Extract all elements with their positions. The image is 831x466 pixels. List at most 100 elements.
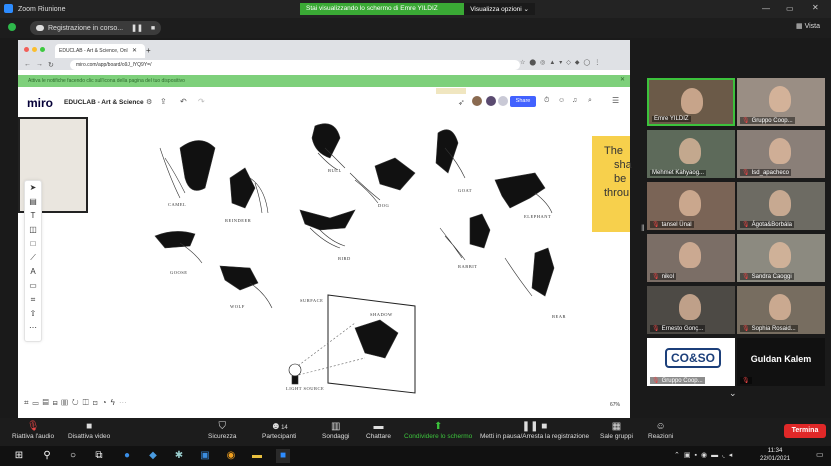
browser-maximize-dot[interactable] xyxy=(40,47,45,52)
participant-name: 🎙 Gruppo Coop... xyxy=(650,377,705,384)
cortana-icon[interactable]: ○ xyxy=(66,449,80,463)
participant-tile[interactable]: 🎙 tansel Ünal xyxy=(647,182,735,230)
share-screen-button[interactable]: ⬆ Condividere lo schermo xyxy=(404,421,472,440)
breakout-rooms-button[interactable]: ▦ Sale gruppi xyxy=(600,421,633,440)
reactions-button[interactable]: ☺ Reazioni xyxy=(648,421,673,440)
participant-tile[interactable]: 🎙 Gruppo Coop... xyxy=(737,78,825,126)
notifications-icon[interactable]: ♫ xyxy=(572,97,577,104)
participant-tile[interactable]: Mehmet Kahyaog... xyxy=(647,130,735,178)
browser-close-dot[interactable] xyxy=(24,47,29,52)
timer-icon[interactable]: ⏱ xyxy=(544,97,549,105)
security-button[interactable]: ⛉ Sicurezza xyxy=(208,421,237,440)
participant-tile[interactable]: 🎙 Isd_apacheco xyxy=(737,130,825,178)
view-options-button[interactable]: Visualizza opzioni ⌄ xyxy=(464,3,535,15)
share-banner: Stai visualizzando lo schermo di Emre YI… xyxy=(300,3,535,15)
sticky-note-tool-icon[interactable]: ◫ xyxy=(25,223,41,237)
unmute-button[interactable]: 🎙 Riattiva l'audio xyxy=(12,421,54,440)
polls-button[interactable]: ▥ Sondaggi xyxy=(322,421,349,440)
share-board-button[interactable]: Share xyxy=(510,96,536,107)
participant-video xyxy=(769,294,791,320)
share-screen-icon: ⬆ xyxy=(433,421,443,432)
tab-close-icon[interactable]: ✕ xyxy=(132,47,137,54)
browser-minimize-dot[interactable] xyxy=(32,47,37,52)
comment-tool-icon[interactable]: ▭ xyxy=(25,279,41,293)
participant-tile[interactable]: 🎙 Ágota&Borbála xyxy=(737,182,825,230)
chat-button[interactable]: ▬ Chattare xyxy=(366,421,391,440)
reactions-icon[interactable]: ☺ xyxy=(558,97,565,104)
frame-tool-icon[interactable]: ⌗ xyxy=(25,293,41,307)
bottom-tool-icons[interactable]: ⌗▭▤⊟▥↻◫⊡◔ϟ⋯ xyxy=(24,398,131,407)
muted-mic-icon: 🎙 xyxy=(742,274,750,280)
browser-extensions[interactable]: ☆⬤◎▲▾◇◆◯⋮ xyxy=(520,59,604,66)
label-shadow: SHADOW xyxy=(370,312,393,317)
pause-recording-icon[interactable]: ❚❚ xyxy=(131,24,143,32)
upload-icon[interactable]: ⇪ xyxy=(160,97,167,106)
participant-tile[interactable]: CO&SO 🎙 Gruppo Coop... xyxy=(647,338,735,386)
participant-name-text: nikol xyxy=(661,274,674,280)
security-shield-icon[interactable] xyxy=(8,23,16,31)
undo-icon[interactable]: ↶ xyxy=(180,97,187,106)
stop-video-button[interactable]: ■ Disattiva video xyxy=(68,421,110,440)
participants-button[interactable]: ☻14 Partecipanti xyxy=(262,421,296,440)
app-icon[interactable]: ✱ xyxy=(172,449,186,463)
notification-close-icon[interactable]: ✕ xyxy=(620,76,625,83)
stop-recording-icon[interactable]: ■ xyxy=(151,25,155,32)
template-tool-icon[interactable]: ▤ xyxy=(25,195,41,209)
chrome-icon[interactable]: ◉ xyxy=(224,449,238,463)
upload-tool-icon[interactable]: ⇧ xyxy=(25,307,41,321)
file-explorer-icon[interactable]: ▬ xyxy=(250,449,264,463)
search-icon[interactable]: ⚲ xyxy=(40,449,54,463)
shape-tool-icon[interactable]: □ xyxy=(25,237,41,251)
more-tools-icon[interactable]: ⋯ xyxy=(25,321,41,335)
new-tab-icon[interactable]: + xyxy=(146,46,151,55)
connection-line-tool-icon[interactable]: ⟋ xyxy=(25,251,41,265)
participant-tile[interactable]: 🎙 nikol xyxy=(647,234,735,282)
light-source-bulb xyxy=(288,363,302,377)
minimize-icon[interactable]: — xyxy=(762,4,770,13)
pen-tool-icon[interactable]: Α xyxy=(25,265,41,279)
system-tray-icons[interactable]: ⌃▣▪◉▬◟◂ xyxy=(674,451,736,459)
muted-mic-icon: 🎙 xyxy=(26,421,40,432)
board-menu-icon[interactable]: ☰ xyxy=(612,96,619,105)
chat-label: Chattare xyxy=(366,433,391,440)
back-icon[interactable]: ← xyxy=(24,61,31,68)
redo-icon[interactable]: ↷ xyxy=(198,97,205,106)
cloud-icon xyxy=(36,25,44,31)
participant-video xyxy=(679,138,701,164)
board-name[interactable]: EDUCLAB - Art & Science xyxy=(64,99,144,106)
text-tool-icon[interactable]: T xyxy=(25,209,41,223)
gallery-next-page-icon[interactable]: ⌄ xyxy=(729,388,737,399)
label-light-source: LIGHT SOURCE xyxy=(286,386,325,391)
participant-name-text: Ernesto Gonç... xyxy=(661,326,704,332)
reload-icon[interactable]: ↻ xyxy=(48,61,54,69)
participant-name: 🎙 Ernesto Gonç... xyxy=(650,325,706,332)
app-icon[interactable]: ▣ xyxy=(198,449,212,463)
search-icon[interactable]: ⌕ xyxy=(588,97,592,105)
maximize-icon[interactable]: ▭ xyxy=(786,4,794,13)
pointer-icon[interactable]: ➶ xyxy=(458,98,465,107)
participant-tile[interactable]: 🎙 Sophia Rosaid... xyxy=(737,286,825,334)
sticky-note[interactable]: The sha be throu xyxy=(592,136,632,232)
settings-icon[interactable]: ⚙ xyxy=(146,98,152,106)
rabbit-shadow xyxy=(469,213,491,249)
pause-recording-button[interactable]: ❚❚ ■ Metti in pausa/Arresta la registraz… xyxy=(480,421,589,440)
zoom-taskbar-icon[interactable]: ■ xyxy=(276,449,290,463)
app-icon[interactable]: ◆ xyxy=(146,449,160,463)
participant-tile[interactable]: 🎙 Sandra Caoggi xyxy=(737,234,825,282)
forward-icon[interactable]: → xyxy=(36,61,43,68)
system-clock[interactable]: 11:34 22/01/2021 xyxy=(760,447,790,463)
select-tool-icon[interactable]: ➤ xyxy=(25,181,41,195)
participant-tile[interactable]: Guldan Kalem 🎙 xyxy=(737,338,825,386)
address-bar[interactable]: miro.com/app/board/o9J_lYQ9Y=/ xyxy=(70,60,520,70)
view-button[interactable]: ▦ Vista xyxy=(796,22,820,30)
windows-start-icon[interactable]: ⊞ xyxy=(12,449,26,463)
participant-tile[interactable]: 🎙 Ernesto Gonç... xyxy=(647,286,735,334)
zoom-level[interactable]: 67% xyxy=(610,402,620,408)
participant-tile[interactable]: Emre YILDIZ xyxy=(647,78,735,126)
breakout-rooms-label: Sale gruppi xyxy=(600,433,633,440)
task-view-icon[interactable]: ⧉ xyxy=(92,449,106,463)
end-meeting-button[interactable]: Termina xyxy=(784,424,826,438)
close-icon[interactable]: ✕ xyxy=(812,3,819,12)
edge-icon[interactable]: ● xyxy=(120,449,134,463)
notification-center-icon[interactable]: ▭ xyxy=(816,450,824,459)
